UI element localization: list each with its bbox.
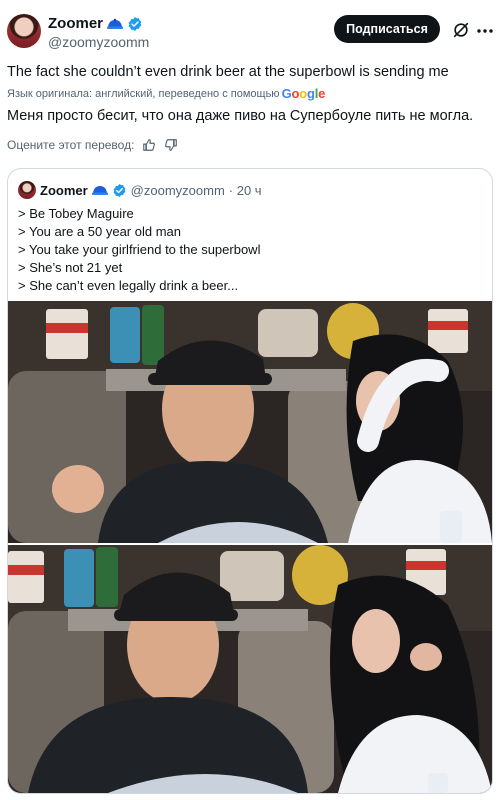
author-handle[interactable]: @zoomyzoomm <box>48 34 149 50</box>
cap-icon <box>107 18 124 29</box>
cap-icon <box>91 186 108 195</box>
author-display-name[interactable]: Zoomer <box>48 15 103 32</box>
verified-icon <box>113 183 126 197</box>
thumbs-down-icon[interactable] <box>164 138 178 152</box>
stadium-photo-1 <box>8 301 492 543</box>
stadium-photo-2 <box>8 545 492 793</box>
photo-2[interactable] <box>8 545 492 793</box>
author-name-row: Zoomer <box>48 15 143 32</box>
quoted-author-handle: @zoomyzoomm <box>130 182 225 198</box>
quoted-tweet-card[interactable]: Zoomer @zoomyzoomm · 20 ч > Be Tobey Mag… <box>7 168 493 794</box>
more-icon[interactable] <box>476 28 494 34</box>
author-avatar[interactable] <box>7 14 41 48</box>
translated-text: Меня просто бесит, что она даже пиво на … <box>7 108 474 124</box>
follow-button[interactable]: Подписаться <box>334 15 440 43</box>
quoted-author-avatar <box>18 181 36 199</box>
quoted-line: > She can’t even legally drink a beer... <box>18 278 239 293</box>
rate-prompt: Оцените этот перевод: <box>7 138 135 152</box>
tweet-text: The fact she couldn’t even drink beer at… <box>7 64 449 80</box>
translation-note-text: Язык оригинала: английский, переведено с… <box>7 87 280 100</box>
quoted-tweet-header: Zoomer @zoomyzoomm · 20 ч <box>18 181 262 199</box>
photo-1[interactable] <box>8 301 492 543</box>
quoted-line: > You are a 50 year old man <box>18 224 181 239</box>
rate-translation-row: Оцените этот перевод: <box>7 138 178 152</box>
quoted-author-name: Zoomer <box>40 182 88 198</box>
tweet-page: Zoomer @zoomyzoomm Подписаться The fact … <box>0 0 500 800</box>
quoted-line: > She’s not 21 yet <box>18 260 123 275</box>
translation-note: Язык оригинала: английский, переведено с… <box>7 86 325 101</box>
thumbs-up-icon[interactable] <box>142 138 156 152</box>
quoted-line: > Be Tobey Maguire <box>18 206 134 221</box>
quoted-line: > You take your girlfriend to the superb… <box>18 242 261 257</box>
google-logo[interactable]: Google <box>282 86 326 101</box>
tweet-header: Zoomer @zoomyzoomm Подписаться <box>0 0 500 56</box>
quoted-timestamp: · 20 ч <box>228 182 262 198</box>
grok-icon[interactable] <box>452 21 470 39</box>
quoted-tweet-text: > Be Tobey Maguire > You are a 50 year o… <box>18 205 260 295</box>
verified-icon <box>128 16 142 31</box>
